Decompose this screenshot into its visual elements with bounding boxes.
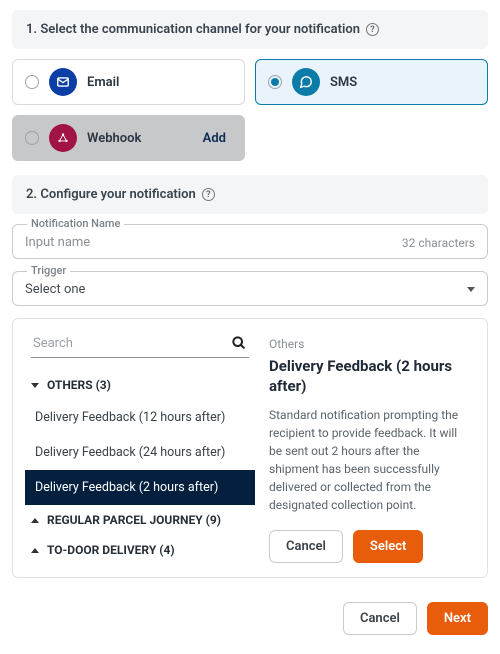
help-icon[interactable]: ? bbox=[366, 23, 379, 36]
group-others[interactable]: OTHERS (3) bbox=[25, 370, 255, 400]
trigger-legend: Trigger bbox=[27, 264, 70, 277]
add-webhook-link[interactable]: Add bbox=[203, 131, 226, 146]
detail-actions: Cancel Select bbox=[269, 530, 471, 563]
next-button[interactable]: Next bbox=[427, 602, 488, 635]
notification-config-panel: 1. Select the communication channel for … bbox=[0, 0, 500, 602]
webhook-icon bbox=[49, 124, 77, 152]
detail-select-button[interactable]: Select bbox=[353, 530, 423, 563]
help-icon[interactable]: ? bbox=[202, 188, 215, 201]
chevron-down-icon bbox=[31, 383, 39, 388]
option-delivery-feedback-12h[interactable]: Delivery Feedback (12 hours after) bbox=[25, 400, 255, 435]
channel-webhook[interactable]: Webhook Add bbox=[12, 115, 245, 161]
footer-actions: Cancel Next bbox=[0, 602, 500, 635]
notification-name-field[interactable]: Notification Name Input name 32 characte… bbox=[12, 224, 488, 259]
search-icon bbox=[231, 335, 247, 351]
step1-title: 1. Select the communication channel for … bbox=[26, 22, 360, 37]
channel-sms-label: SMS bbox=[330, 75, 475, 90]
trigger-option-list: Search OTHERS (3) Delivery Feedback (12 … bbox=[25, 331, 255, 565]
option-delivery-feedback-2h[interactable]: Delivery Feedback (2 hours after) bbox=[25, 470, 255, 505]
trigger-select[interactable]: Select one bbox=[25, 282, 467, 297]
channel-email[interactable]: Email bbox=[12, 59, 245, 105]
chevron-up-icon bbox=[31, 548, 39, 553]
group-regular-parcel-label: REGULAR PARCEL JOURNEY (9) bbox=[47, 513, 221, 527]
option-delivery-feedback-24h[interactable]: Delivery Feedback (24 hours after) bbox=[25, 435, 255, 470]
email-icon bbox=[49, 68, 77, 96]
radio-email[interactable] bbox=[25, 75, 39, 89]
group-to-door[interactable]: TO-DOOR DELIVERY (4) bbox=[25, 535, 255, 565]
chevron-up-icon bbox=[31, 518, 39, 523]
channel-options: Email SMS Webhook Add bbox=[12, 59, 488, 161]
group-others-label: OTHERS (3) bbox=[47, 378, 111, 392]
chevron-down-icon bbox=[467, 287, 475, 292]
search-placeholder: Search bbox=[33, 336, 225, 351]
detail-title: Delivery Feedback (2 hours after) bbox=[269, 357, 471, 396]
char-count: 32 characters bbox=[402, 236, 475, 250]
step2-title: 2. Configure your notification bbox=[26, 187, 196, 202]
detail-cancel-button[interactable]: Cancel bbox=[269, 530, 343, 563]
radio-sms[interactable] bbox=[268, 75, 282, 89]
radio-webhook[interactable] bbox=[25, 131, 39, 145]
notification-name-legend: Notification Name bbox=[27, 217, 124, 230]
trigger-field[interactable]: Trigger Select one bbox=[12, 271, 488, 306]
step1-header: 1. Select the communication channel for … bbox=[12, 10, 488, 49]
sms-icon bbox=[292, 68, 320, 96]
trigger-dropdown-panel: Search OTHERS (3) Delivery Feedback (12 … bbox=[12, 318, 488, 578]
channel-sms[interactable]: SMS bbox=[255, 59, 488, 105]
step2-header: 2. Configure your notification ? bbox=[12, 175, 488, 214]
channel-email-label: Email bbox=[87, 75, 232, 90]
trigger-detail-pane: Others Delivery Feedback (2 hours after)… bbox=[269, 331, 475, 565]
cancel-button[interactable]: Cancel bbox=[343, 602, 417, 635]
group-to-door-label: TO-DOOR DELIVERY (4) bbox=[47, 543, 175, 557]
channel-webhook-label: Webhook bbox=[87, 131, 193, 146]
detail-description: Standard notification prompting the reci… bbox=[269, 406, 471, 514]
notification-name-input[interactable]: Input name bbox=[25, 235, 402, 250]
search-input[interactable]: Search bbox=[31, 331, 249, 358]
detail-category: Others bbox=[269, 337, 471, 351]
group-regular-parcel[interactable]: REGULAR PARCEL JOURNEY (9) bbox=[25, 505, 255, 535]
